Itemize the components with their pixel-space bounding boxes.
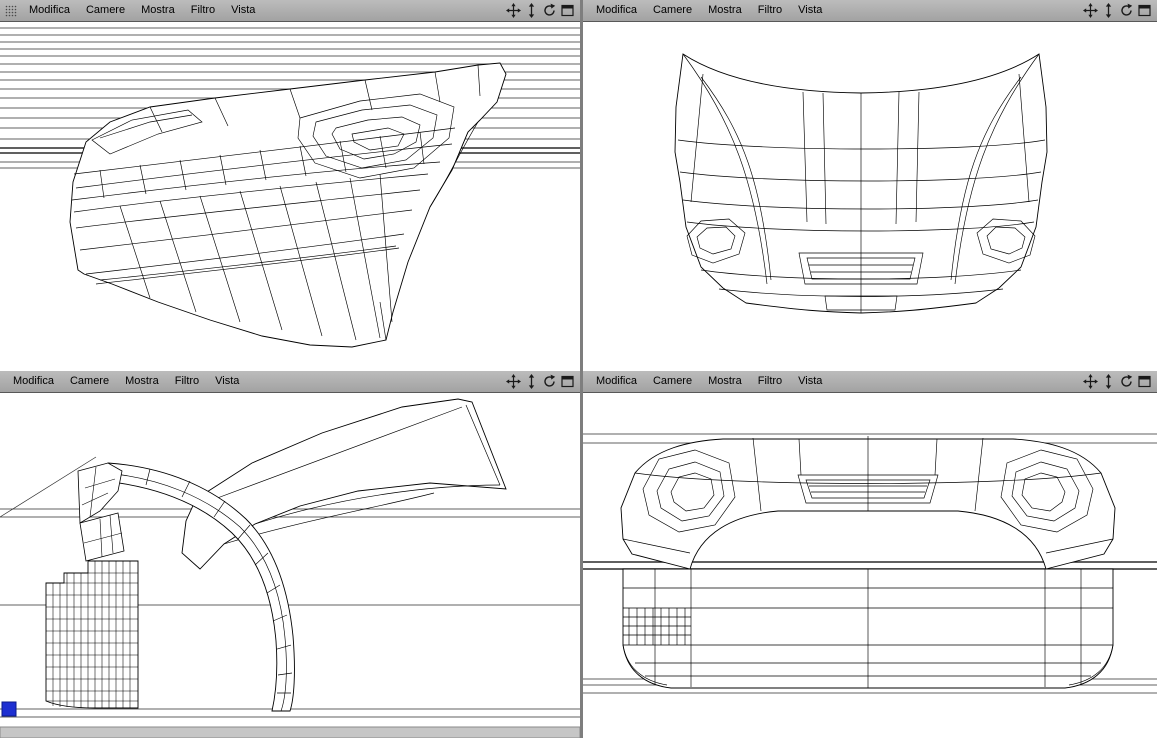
viewport-canvas-perspective[interactable] xyxy=(0,22,580,371)
menu-filtro[interactable]: Filtro xyxy=(167,371,207,392)
menu-modifica[interactable]: Modifica xyxy=(21,0,78,21)
pan-icon[interactable] xyxy=(505,374,521,389)
viewport-canvas-side[interactable] xyxy=(0,393,580,738)
menu-filtro[interactable]: Filtro xyxy=(183,0,223,21)
menu-filtro[interactable]: Filtro xyxy=(750,0,790,21)
viewport-menubar: Modifica Camere Mostra Filtro Vista xyxy=(583,0,1157,22)
maximize-icon[interactable] xyxy=(1136,3,1152,18)
menu-mostra[interactable]: Mostra xyxy=(117,371,167,392)
viewport-menubar: Modifica Camere Mostra Filtro Vista xyxy=(0,371,580,393)
viewport-top-left: Modifica Camere Mostra Filtro Vista xyxy=(0,0,580,371)
pan-icon[interactable] xyxy=(1082,3,1098,18)
viewport-menubar: Modifica Camere Mostra Filtro Vista xyxy=(0,0,580,22)
menu-vista[interactable]: Vista xyxy=(223,0,263,21)
viewport-canvas-rear[interactable] xyxy=(583,393,1157,738)
menu-camere[interactable]: Camere xyxy=(645,371,700,392)
menu-mostra[interactable]: Mostra xyxy=(700,371,750,392)
viewport-menubar: Modifica Camere Mostra Filtro Vista xyxy=(583,371,1157,393)
menu-vista[interactable]: Vista xyxy=(790,371,830,392)
wireframe-perspective xyxy=(0,27,580,348)
pan-icon[interactable] xyxy=(505,3,521,18)
viewport-top-right: Modifica Camere Mostra Filtro Vista xyxy=(583,0,1157,371)
object-swatch-blue[interactable] xyxy=(1,701,17,717)
viewport-bottom-left: Modifica Camere Mostra Filtro Vista xyxy=(0,371,580,738)
viewport-canvas-front[interactable] xyxy=(583,22,1157,371)
menu-modifica[interactable]: Modifica xyxy=(588,0,645,21)
pan-icon[interactable] xyxy=(1082,374,1098,389)
menu-mostra[interactable]: Mostra xyxy=(133,0,183,21)
wireframe-front xyxy=(674,53,1048,314)
zoom-icon[interactable] xyxy=(1100,374,1116,389)
menu-camere[interactable]: Camere xyxy=(645,0,700,21)
viewport-bottom-right: Modifica Camere Mostra Filtro Vista xyxy=(583,371,1157,738)
maximize-icon[interactable] xyxy=(1136,374,1152,389)
menu-modifica[interactable]: Modifica xyxy=(588,371,645,392)
menu-camere[interactable]: Camere xyxy=(78,0,133,21)
menu-vista[interactable]: Vista xyxy=(207,371,247,392)
wireframe-rear xyxy=(583,433,1157,694)
grid-handle-icon-svg xyxy=(5,5,17,16)
rotate-icon[interactable] xyxy=(1118,3,1134,18)
menu-mostra[interactable]: Mostra xyxy=(700,0,750,21)
bottom-strip xyxy=(0,726,580,738)
wireframe-side xyxy=(0,398,580,738)
menu-vista[interactable]: Vista xyxy=(790,0,830,21)
zoom-icon[interactable] xyxy=(523,3,539,18)
rotate-icon[interactable] xyxy=(1118,374,1134,389)
menu-camere[interactable]: Camere xyxy=(62,371,117,392)
zoom-icon[interactable] xyxy=(523,374,539,389)
rotate-icon[interactable] xyxy=(541,374,557,389)
maximize-icon[interactable] xyxy=(559,3,575,18)
grid-handle-icon[interactable] xyxy=(5,4,19,18)
maximize-icon[interactable] xyxy=(559,374,575,389)
zoom-icon[interactable] xyxy=(1100,3,1116,18)
menu-filtro[interactable]: Filtro xyxy=(750,371,790,392)
menu-modifica[interactable]: Modifica xyxy=(5,371,62,392)
rotate-icon[interactable] xyxy=(541,3,557,18)
